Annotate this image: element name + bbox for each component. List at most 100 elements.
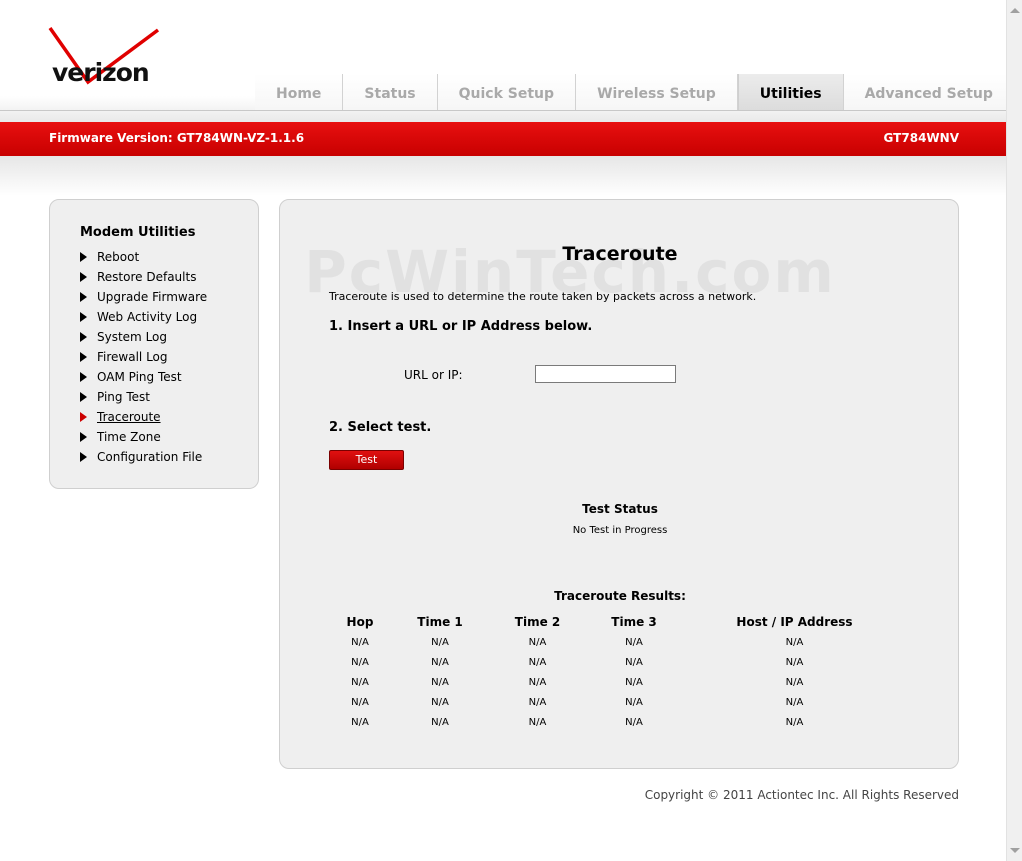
arrow-right-icon	[80, 392, 87, 402]
url-field-label: URL or IP:	[404, 368, 463, 382]
traceroute-panel: PcWinTech.com Traceroute Traceroute is u…	[279, 199, 959, 769]
sidebar-item-configuration-file[interactable]: Configuration File	[80, 447, 207, 467]
sidebar-item-label: Firewall Log	[97, 350, 168, 364]
arrow-right-icon	[80, 352, 87, 362]
table-cell: N/A	[528, 716, 547, 728]
column-header-time-2: Time 2	[514, 615, 561, 629]
firmware-version: Firmware Version: GT784WN-VZ-1.1.6	[49, 131, 305, 145]
arrow-right-icon	[80, 452, 87, 462]
main-nav-tabs: Home Status Quick Setup Wireless Setup U…	[255, 74, 1015, 110]
sidebar-item-label: Ping Test	[97, 390, 150, 404]
firmware-banner: Firmware Version: GT784WN-VZ-1.1.6 GT784…	[0, 122, 1006, 156]
table-cell: N/A	[351, 716, 369, 728]
scroll-up-icon[interactable]	[1010, 8, 1020, 13]
test-status-value: No Test in Progress	[572, 525, 668, 536]
column-header-hop: Hop	[346, 615, 374, 629]
sidebar-item-traceroute[interactable]: Traceroute	[80, 407, 207, 427]
sidebar-item-time-zone[interactable]: Time Zone	[80, 427, 207, 447]
table-row: N/A N/A N/A N/A N/A	[330, 692, 906, 712]
table-cell: N/A	[785, 676, 804, 688]
traceroute-results-table: Hop Time 1 Time 2 Time 3 Host / IP Addre…	[330, 612, 906, 732]
table-cell: N/A	[528, 676, 547, 688]
table-cell: N/A	[625, 636, 643, 648]
sidebar-item-label: Traceroute	[97, 410, 161, 424]
page: verizon Home Status Quick Setup Wireless…	[0, 0, 1015, 861]
tab-quick-setup[interactable]: Quick Setup	[437, 74, 577, 110]
table-row: N/A N/A N/A N/A N/A	[330, 652, 906, 672]
table-cell: N/A	[431, 656, 449, 668]
sidebar-item-label: Web Activity Log	[97, 310, 198, 324]
sidebar-item-label: OAM Ping Test	[97, 370, 182, 384]
header-divider	[0, 110, 1006, 111]
arrow-right-icon	[80, 432, 87, 442]
table-row: N/A N/A N/A N/A N/A	[330, 632, 906, 652]
vertical-scrollbar[interactable]	[1006, 0, 1022, 861]
test-status-title: Test Status	[582, 502, 658, 516]
url-input[interactable]	[535, 365, 676, 383]
column-header-time-1: Time 1	[417, 615, 463, 629]
tab-wireless-setup[interactable]: Wireless Setup	[576, 74, 738, 110]
table-cell: N/A	[528, 656, 547, 668]
tab-utilities[interactable]: Utilities	[737, 74, 844, 110]
tab-status[interactable]: Status	[343, 74, 438, 110]
arrow-right-icon	[80, 292, 87, 302]
table-cell: N/A	[785, 716, 804, 728]
sidebar-item-firewall-log[interactable]: Firewall Log	[80, 347, 207, 367]
sidebar-item-label: Configuration File	[97, 450, 203, 464]
table-cell: N/A	[785, 696, 804, 708]
table-cell: N/A	[785, 656, 804, 668]
table-cell: N/A	[625, 676, 643, 688]
sidebar-item-label: Reboot	[97, 250, 140, 264]
arrow-right-icon	[80, 312, 87, 322]
sidebar-item-label: Upgrade Firmware	[97, 290, 208, 304]
verizon-logo[interactable]: verizon	[48, 24, 163, 94]
column-header-time-3: Time 3	[611, 615, 657, 629]
table-cell: N/A	[431, 676, 449, 688]
table-cell: N/A	[625, 716, 643, 728]
sidebar-title: Modem Utilities	[80, 225, 196, 240]
sidebar-item-ping-test[interactable]: Ping Test	[80, 387, 207, 407]
sidebar-item-label: System Log	[97, 330, 167, 344]
table-cell: N/A	[431, 636, 449, 648]
arrow-right-icon	[80, 272, 87, 282]
table-cell: N/A	[431, 696, 449, 708]
sidebar-item-reboot[interactable]: Reboot	[80, 247, 207, 267]
sidebar-menu: Reboot Restore Defaults Upgrade Firmware…	[80, 247, 207, 467]
table-cell: N/A	[351, 676, 369, 688]
table-cell: N/A	[431, 716, 449, 728]
sidebar-item-label: Time Zone	[97, 430, 161, 444]
table-header-row: Hop Time 1 Time 2 Time 3 Host / IP Addre…	[330, 612, 906, 632]
page-title: Traceroute	[562, 243, 678, 265]
step-1-heading: 1. Insert a URL or IP Address below.	[329, 319, 593, 334]
table-row: N/A N/A N/A N/A N/A	[330, 672, 906, 692]
table-cell: N/A	[351, 636, 369, 648]
tab-home[interactable]: Home	[255, 74, 344, 110]
sidebar-item-oam-ping-test[interactable]: OAM Ping Test	[80, 367, 207, 387]
results-title: Traceroute Results:	[554, 589, 686, 603]
page-description: Traceroute is used to determine the rout…	[329, 290, 757, 303]
banner-shadow	[0, 156, 1006, 196]
sidebar-item-web-activity-log[interactable]: Web Activity Log	[80, 307, 207, 327]
sidebar-item-label: Restore Defaults	[97, 270, 197, 284]
copyright-footer: Copyright © 2011 Actiontec Inc. All Righ…	[644, 788, 959, 802]
table-cell: N/A	[351, 696, 369, 708]
model-name: GT784WNV	[883, 131, 959, 145]
arrow-right-icon	[80, 332, 87, 342]
table-row: N/A N/A N/A N/A N/A	[330, 712, 906, 732]
table-cell: N/A	[528, 636, 547, 648]
table-cell: N/A	[528, 696, 547, 708]
sidebar-item-upgrade-firmware[interactable]: Upgrade Firmware	[80, 287, 207, 307]
table-cell: N/A	[625, 696, 643, 708]
table-cell: N/A	[351, 656, 369, 668]
sidebar: Modem Utilities Reboot Restore Defaults …	[49, 199, 259, 489]
column-header-host: Host / IP Address	[736, 615, 853, 629]
sidebar-item-restore-defaults[interactable]: Restore Defaults	[80, 267, 207, 287]
table-cell: N/A	[785, 636, 804, 648]
scroll-down-icon[interactable]	[1010, 848, 1020, 853]
step-2-heading: 2. Select test.	[329, 420, 432, 435]
test-button[interactable]: Test	[329, 450, 404, 470]
arrow-right-icon	[80, 372, 87, 382]
sidebar-item-system-log[interactable]: System Log	[80, 327, 207, 347]
table-cell: N/A	[625, 656, 643, 668]
tab-advanced-setup[interactable]: Advanced Setup	[843, 74, 1015, 110]
